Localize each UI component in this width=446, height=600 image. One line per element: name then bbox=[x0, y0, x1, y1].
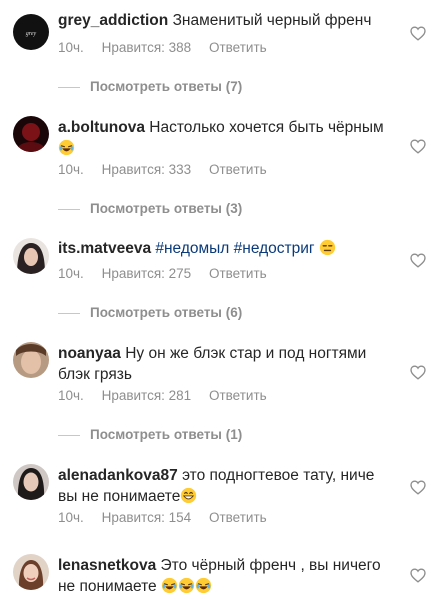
comment-meta: 10ч. Нравится: 333 Ответить bbox=[58, 162, 281, 177]
comment-text-continued: не понимаете bbox=[58, 578, 157, 595]
divider-line bbox=[58, 208, 80, 210]
avatar[interactable] bbox=[13, 554, 49, 590]
comment-meta: 10ч. Нравится: 388 Ответить bbox=[58, 40, 281, 55]
comment-text-continued: блэк грязь bbox=[58, 366, 132, 383]
view-replies-label[interactable]: Посмотреть ответы (6) bbox=[90, 305, 242, 320]
comment-text-continued: вы не понимаете bbox=[58, 488, 181, 505]
comment-time: 10ч. bbox=[58, 510, 84, 525]
comment-text: это подногтевое тату, ниче bbox=[182, 467, 375, 484]
avatar[interactable] bbox=[13, 342, 49, 378]
avatar[interactable] bbox=[13, 464, 49, 500]
reply-button[interactable]: Ответить bbox=[209, 510, 267, 525]
avatar[interactable]: grey bbox=[13, 14, 49, 50]
comment-time: 10ч. bbox=[58, 388, 84, 403]
comment-meta: 10ч. Нравится: 275 Ответить bbox=[58, 266, 281, 281]
heart-icon[interactable] bbox=[410, 365, 426, 380]
laughing-face-emoji bbox=[195, 577, 212, 594]
comment-likes[interactable]: Нравится: 388 bbox=[102, 40, 192, 55]
view-replies-label[interactable]: Посмотреть ответы (1) bbox=[90, 427, 242, 442]
comment-meta: 10ч. Нравится: 154 Ответить bbox=[58, 510, 281, 525]
comment-username[interactable]: alenadankova87 bbox=[58, 467, 178, 484]
comment-likes[interactable]: Нравится: 275 bbox=[102, 266, 192, 281]
avatar[interactable] bbox=[13, 116, 49, 152]
view-replies-button[interactable]: Посмотреть ответы (3) bbox=[58, 201, 242, 216]
heart-icon[interactable] bbox=[410, 480, 426, 495]
reply-button[interactable]: Ответить bbox=[209, 266, 267, 281]
comment-text: Это чёрный френч , вы ничего bbox=[160, 557, 381, 574]
laughing-face-emoji bbox=[161, 577, 178, 594]
svg-text:grey: grey bbox=[26, 31, 37, 37]
hashtag-link[interactable]: #недостриг bbox=[234, 240, 315, 257]
divider-line bbox=[58, 86, 80, 88]
reply-button[interactable]: Ответить bbox=[209, 388, 267, 403]
hashtag-link[interactable]: #недомыл bbox=[155, 240, 229, 257]
heart-icon[interactable] bbox=[410, 568, 426, 583]
reply-button[interactable]: Ответить bbox=[209, 162, 267, 177]
view-replies-button[interactable]: Посмотреть ответы (1) bbox=[58, 427, 242, 442]
comment-time: 10ч. bbox=[58, 162, 84, 177]
comment-username[interactable]: its.matveeva bbox=[58, 240, 151, 257]
comment-text: Настолько хочется быть чёрным bbox=[149, 119, 384, 136]
view-replies-label[interactable]: Посмотреть ответы (7) bbox=[90, 79, 242, 94]
laughing-face-emoji bbox=[178, 577, 195, 594]
comment-likes[interactable]: Нравится: 333 bbox=[102, 162, 192, 177]
comment-username[interactable]: noanyaa bbox=[58, 345, 121, 362]
grinning-face-emoji bbox=[181, 487, 197, 504]
comment-time: 10ч. bbox=[58, 40, 84, 55]
view-replies-button[interactable]: Посмотреть ответы (7) bbox=[58, 79, 242, 94]
divider-line bbox=[58, 312, 80, 314]
view-replies-button[interactable]: Посмотреть ответы (6) bbox=[58, 305, 242, 320]
expressionless-face-emoji bbox=[319, 239, 336, 256]
comment-meta: 10ч. Нравится: 281 Ответить bbox=[58, 388, 281, 403]
comment-username[interactable]: grey_addiction bbox=[58, 12, 168, 29]
heart-icon[interactable] bbox=[410, 26, 426, 41]
comment-time: 10ч. bbox=[58, 266, 84, 281]
avatar[interactable] bbox=[13, 238, 49, 274]
heart-icon[interactable] bbox=[410, 253, 426, 268]
comment-likes[interactable]: Нравится: 281 bbox=[102, 388, 192, 403]
heart-icon[interactable] bbox=[410, 139, 426, 154]
comment-username[interactable]: lenasnetkova bbox=[58, 557, 156, 574]
laughing-face-emoji bbox=[58, 139, 75, 156]
comment-likes[interactable]: Нравится: 154 bbox=[102, 510, 192, 525]
view-replies-label[interactable]: Посмотреть ответы (3) bbox=[90, 201, 242, 216]
comment-username[interactable]: a.boltunova bbox=[58, 119, 145, 136]
reply-button[interactable]: Ответить bbox=[209, 40, 267, 55]
comment-text: Знаменитый черный френч bbox=[172, 12, 372, 29]
comment-text: Ну он же блэк стар и под ногтями bbox=[125, 345, 367, 362]
divider-line bbox=[58, 434, 80, 436]
